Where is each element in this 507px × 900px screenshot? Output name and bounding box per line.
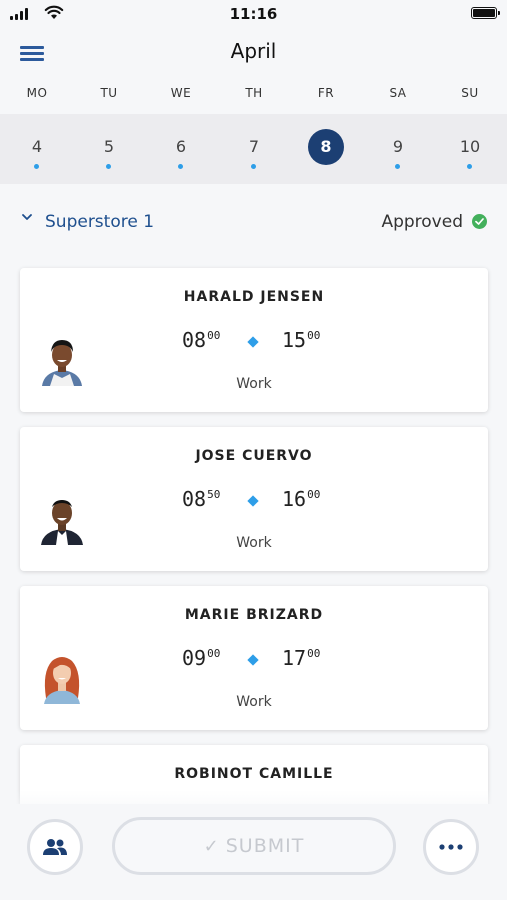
shift-times: 0800 1500 [20,328,488,358]
end-minute: 00 [307,329,321,342]
bottom-action-bar: ✓ SUBMIT [0,804,507,900]
date-cell[interactable]: 7 [234,130,274,170]
month-title: April [230,39,277,63]
ellipsis-icon [439,844,463,850]
date-strip: 4 5 6 7 8 9 10 [0,114,507,184]
end-minute: 00 [307,488,321,501]
shift-card[interactable]: MARIE BRIZARD 0900 1700 Work [20,586,488,730]
shift-type: Work [236,376,272,392]
shift-card[interactable]: JOSE CUERVO 0850 1600 Work [20,427,488,571]
date-cell[interactable]: 9 [378,130,418,170]
chevron-down-icon[interactable] [22,212,32,222]
end-hour: 16 [282,487,307,511]
shift-indicator-dot [395,164,400,169]
diamond-icon [247,654,259,666]
more-options-button[interactable] [423,819,479,875]
status-bar: 11:16 [0,0,507,30]
submit-button[interactable]: ✓ SUBMIT [112,817,396,875]
weekday-row: MO TU WE TH FR SA SU [0,86,507,104]
weekday-label: WE [170,86,192,100]
weekday-label: TU [100,86,118,100]
battery-icon [471,7,500,19]
shift-end: 1700 [282,646,320,670]
shift-times: 0850 1600 [20,487,488,517]
status-time: 11:16 [229,5,278,23]
approval-status: Approved [381,212,463,232]
shift-start: 0900 [182,646,220,670]
start-minute: 00 [207,647,221,660]
shift-type: Work [236,694,272,710]
diamond-icon [247,336,259,348]
date-cell[interactable]: 5 [89,130,129,170]
weekday-label: TH [245,86,263,100]
diamond-icon [247,495,259,507]
shift-indicator-dot [251,164,256,169]
check-icon: ✓ [203,836,220,857]
shift-indicator-dot [178,164,183,169]
weekday-label: SA [389,86,407,100]
check-circle-icon [472,214,487,229]
employee-name: JOSE CUERVO [195,448,313,464]
date-cell[interactable]: 4 [17,130,57,170]
date-number: 5 [103,137,115,156]
shift-card[interactable]: HARALD JENSEN 0800 1500 Work [20,268,488,412]
start-minute: 50 [207,488,221,501]
weekday-label: FR [317,86,335,100]
date-cell[interactable]: 10 [450,130,490,170]
header: April [0,30,507,74]
date-number: 8 [308,129,344,165]
shift-indicator-dot [106,164,111,169]
date-number: 4 [31,137,43,156]
team-button[interactable] [27,819,83,875]
date-number: 6 [175,137,187,156]
shift-times: 0900 1700 [20,646,488,676]
weekday-label: MO [26,86,48,100]
shift-end: 1500 [282,328,320,352]
shift-indicator-dot [467,164,472,169]
start-hour: 08 [182,487,207,511]
date-number: 7 [248,137,260,156]
store-row: Superstore 1 Approved [0,206,507,238]
weekday-label: SU [461,86,479,100]
employee-name: MARIE BRIZARD [184,607,324,623]
end-hour: 15 [282,328,307,352]
start-minute: 00 [207,329,221,342]
end-minute: 00 [307,647,321,660]
shift-start: 0850 [182,487,220,511]
employee-name: ROBINOT CAMILLE [174,766,334,782]
shift-indicator-dot [34,164,39,169]
date-cell[interactable]: 8 [306,129,346,170]
submit-label: SUBMIT [225,835,305,857]
date-cell[interactable]: 6 [161,130,201,170]
date-number: 9 [392,137,404,156]
date-number: 10 [459,137,481,156]
end-hour: 17 [282,646,307,670]
people-icon [43,839,67,855]
shift-end: 1600 [282,487,320,511]
shift-start: 0800 [182,328,220,352]
shift-type: Work [236,535,272,551]
start-hour: 08 [182,328,207,352]
start-hour: 09 [182,646,207,670]
store-name-toggle[interactable]: Superstore 1 [45,212,154,232]
employee-name: HARALD JENSEN [183,289,325,305]
